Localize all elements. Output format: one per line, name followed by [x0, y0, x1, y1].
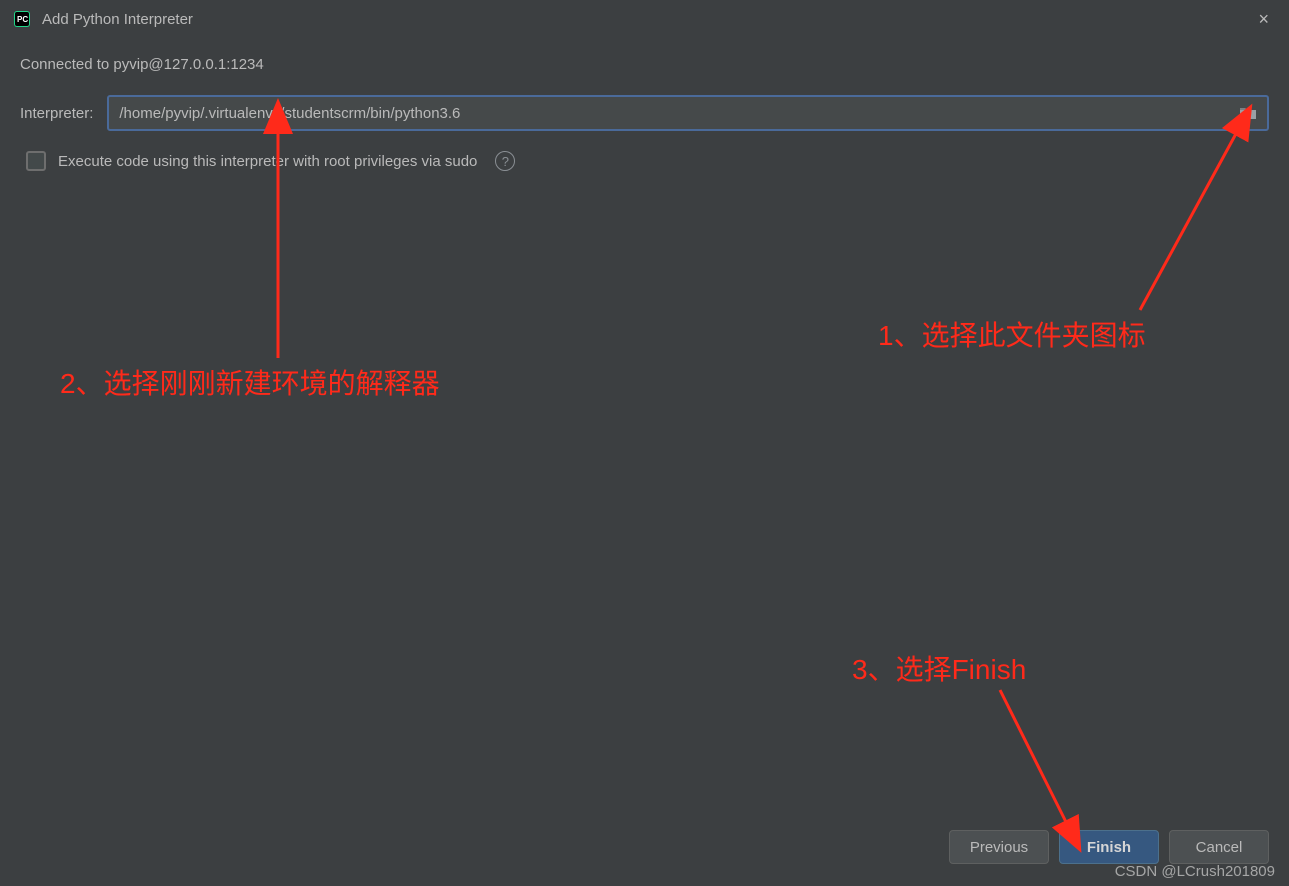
browse-folder-icon[interactable] [1239, 105, 1257, 121]
interpreter-input-wrap[interactable] [107, 95, 1269, 131]
dialog-content: Connected to pyvip@127.0.0.1:1234 Interp… [0, 38, 1289, 189]
sudo-checkbox[interactable] [26, 151, 46, 171]
interpreter-row: Interpreter: [20, 95, 1269, 131]
sudo-checkbox-label: Execute code using this interpreter with… [58, 153, 477, 170]
close-button[interactable]: × [1250, 5, 1277, 34]
button-bar: Previous Finish Cancel [949, 830, 1269, 864]
titlebar: PC Add Python Interpreter × [0, 0, 1289, 38]
interpreter-label: Interpreter: [20, 105, 93, 122]
connection-status: Connected to pyvip@127.0.0.1:1234 [20, 56, 1269, 73]
help-icon[interactable]: ? [495, 151, 515, 171]
cancel-button[interactable]: Cancel [1169, 830, 1269, 864]
pycharm-icon: PC [12, 9, 32, 29]
watermark: CSDN @LCrush201809 [1115, 863, 1275, 880]
finish-button[interactable]: Finish [1059, 830, 1159, 864]
sudo-checkbox-row: Execute code using this interpreter with… [26, 151, 1269, 171]
dialog-title: Add Python Interpreter [42, 11, 193, 28]
svg-text:PC: PC [17, 15, 28, 24]
interpreter-input[interactable] [119, 105, 1239, 122]
annotation-3: 3、选择Finish [852, 648, 1026, 688]
annotation-1: 1、选择此文件夹图标 [878, 314, 1146, 354]
previous-button[interactable]: Previous [949, 830, 1049, 864]
annotation-2: 2、选择刚刚新建环境的解释器 [60, 362, 440, 402]
